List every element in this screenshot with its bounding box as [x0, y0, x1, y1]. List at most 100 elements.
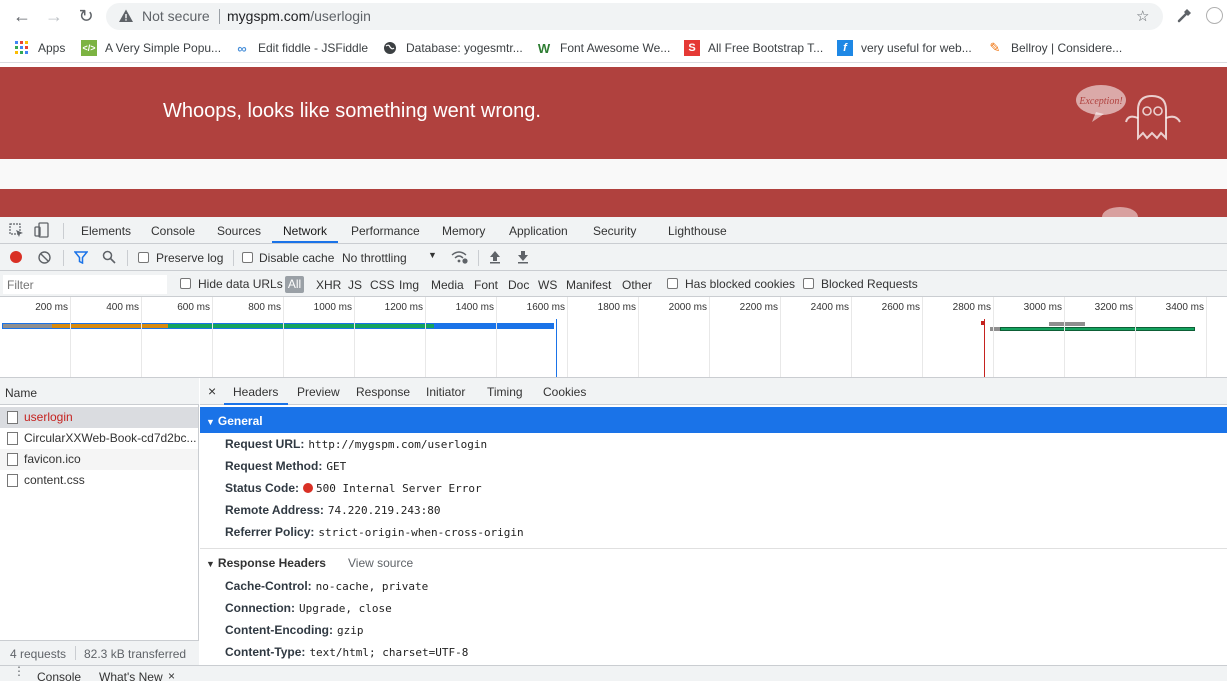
- back-arrow-icon[interactable]: ←: [12, 6, 32, 26]
- status-error-dot-icon: [303, 483, 314, 493]
- filter-css[interactable]: CSS: [370, 278, 395, 292]
- omnibox-separator: [219, 9, 220, 24]
- network-overview[interactable]: 200 ms 400 ms 600 ms 800 ms 1000 ms 1200 ms 14…: [0, 297, 1227, 378]
- header-value[interactable]: http://mygspm.com/userlogin: [308, 438, 487, 451]
- not-secure-label[interactable]: Not secure: [142, 8, 210, 24]
- reload-icon[interactable]: ↻: [76, 6, 96, 26]
- url-text[interactable]: mygspm.com/userlogin: [227, 8, 371, 24]
- filter-img[interactable]: Img: [399, 278, 419, 292]
- tab-lighthouse[interactable]: Lighthouse: [668, 224, 727, 238]
- timeline-gridline: [425, 297, 426, 377]
- has-blocked-cookies-checkbox[interactable]: [667, 278, 678, 289]
- bookmark-useful-web[interactable]: f very useful for web...: [837, 40, 972, 56]
- column-name-header[interactable]: Name: [0, 378, 199, 405]
- search-icon[interactable]: [102, 250, 116, 264]
- preserve-log-checkbox[interactable]: [138, 252, 149, 263]
- tab-application[interactable]: Application: [509, 224, 568, 238]
- load-event-marker: [984, 319, 985, 377]
- request-row-userlogin[interactable]: userlogin: [0, 407, 198, 428]
- blocked-requests-checkbox[interactable]: [803, 278, 814, 289]
- header-key: Request URL:: [225, 437, 305, 451]
- header-value[interactable]: strict-origin-when-cross-origin: [318, 526, 523, 539]
- filter-ws[interactable]: WS: [538, 278, 557, 292]
- request-row-content-css[interactable]: content.css: [0, 470, 198, 491]
- close-icon[interactable]: ×: [168, 669, 175, 681]
- record-icon[interactable]: [10, 251, 22, 263]
- bookmark-bellroy[interactable]: ✎ Bellroy | Considere...: [987, 40, 1123, 56]
- drawer-tab-console[interactable]: Console: [37, 670, 81, 681]
- profile-avatar-icon[interactable]: [1206, 7, 1223, 24]
- bookmark-jsfiddle[interactable]: ∞ Edit fiddle - JSFiddle: [234, 40, 368, 56]
- expand-triangle-icon: ▼: [206, 559, 215, 569]
- header-value[interactable]: 74.220.219.243:80: [328, 504, 441, 517]
- address-bar[interactable]: Not secure mygspm.com/userlogin: [106, 3, 1163, 30]
- filter-other[interactable]: Other: [622, 278, 652, 292]
- filter-manifest[interactable]: Manifest: [566, 278, 611, 292]
- network-conditions-icon[interactable]: [451, 250, 469, 264]
- bookmark-apps[interactable]: Apps: [14, 40, 65, 56]
- tab-console[interactable]: Console: [151, 224, 195, 238]
- header-value[interactable]: 500 Internal Server Error: [316, 482, 482, 495]
- bookmark-label: very useful for web...: [861, 41, 972, 55]
- throttling-select[interactable]: No throttling: [342, 251, 407, 265]
- request-name: userlogin: [24, 410, 73, 424]
- filter-funnel-icon[interactable]: [74, 251, 88, 264]
- tab-preview[interactable]: Preview: [297, 385, 340, 399]
- tab-performance[interactable]: Performance: [351, 224, 420, 238]
- eyedropper-extension-icon[interactable]: [1176, 6, 1194, 24]
- timeline-gridline: [496, 297, 497, 377]
- header-value[interactable]: Upgrade, close: [299, 602, 392, 615]
- tab-memory[interactable]: Memory: [442, 224, 485, 238]
- devtools-tabbar: Elements Console Sources Network Perform…: [0, 217, 1227, 244]
- tab-timing[interactable]: Timing: [487, 385, 523, 399]
- bookmark-simple-popup[interactable]: </> A Very Simple Popu...: [81, 40, 221, 56]
- forward-arrow-icon[interactable]: →: [44, 6, 64, 26]
- tab-network[interactable]: Network: [283, 224, 327, 238]
- bookmark-font-awesome[interactable]: W Font Awesome We...: [536, 40, 670, 56]
- toolbar-separator: [478, 250, 479, 266]
- request-row-favicon[interactable]: favicon.ico: [0, 449, 198, 470]
- header-value[interactable]: GET: [326, 460, 346, 473]
- request-row-font[interactable]: CircularXXWeb-Book-cd7d2bc...: [0, 428, 198, 449]
- header-value[interactable]: gzip: [337, 624, 364, 637]
- chevron-down-icon[interactable]: ▼: [428, 250, 437, 260]
- tab-cookies[interactable]: Cookies: [543, 385, 586, 399]
- inspect-element-icon[interactable]: [9, 223, 24, 238]
- tab-headers[interactable]: Headers: [233, 385, 278, 399]
- general-section-header[interactable]: ▼ General: [200, 407, 1227, 433]
- drawer-tab-whats-new[interactable]: What's New: [99, 670, 163, 681]
- filter-xhr[interactable]: XHR: [316, 278, 341, 292]
- device-toolbar-icon[interactable]: [34, 222, 50, 238]
- filter-input[interactable]: [3, 275, 167, 294]
- tab-security[interactable]: Security: [593, 224, 636, 238]
- filter-doc[interactable]: Doc: [508, 278, 529, 292]
- drawer-menu-icon[interactable]: ⋮: [13, 665, 25, 677]
- tab-response[interactable]: Response: [356, 385, 410, 399]
- header-value[interactable]: no-cache, private: [316, 580, 429, 593]
- filter-font[interactable]: Font: [474, 278, 498, 292]
- timeline-gridline: [638, 297, 639, 377]
- toolbar-separator: [233, 250, 234, 266]
- disable-cache-checkbox[interactable]: [242, 252, 253, 263]
- header-value[interactable]: text/html; charset=UTF-8: [309, 646, 468, 659]
- response-headers-section-header[interactable]: ▼ Response Headers: [206, 556, 326, 570]
- tab-initiator[interactable]: Initiator: [426, 385, 465, 399]
- bookmark-database[interactable]: Database: yogesmtr...: [382, 40, 523, 56]
- view-source-link[interactable]: View source: [348, 556, 413, 570]
- timing-bar-secondary: [1049, 322, 1085, 326]
- close-icon[interactable]: ×: [208, 383, 216, 399]
- header-key: Cache-Control:: [225, 579, 312, 593]
- clear-icon[interactable]: [38, 251, 51, 264]
- tab-sources[interactable]: Sources: [217, 224, 261, 238]
- hide-data-urls-checkbox[interactable]: [180, 278, 191, 289]
- import-har-icon[interactable]: [489, 250, 501, 264]
- filter-js[interactable]: JS: [348, 278, 362, 292]
- bookmark-star-icon[interactable]: ☆: [1136, 7, 1149, 25]
- bookmark-label: Apps: [38, 41, 66, 55]
- tab-elements[interactable]: Elements: [81, 224, 131, 238]
- bookmark-bootstrap[interactable]: S All Free Bootstrap T...: [684, 40, 823, 56]
- filter-bar: Hide data URLs All XHR JS CSS Img Media …: [0, 271, 1227, 297]
- export-har-icon[interactable]: [517, 250, 529, 264]
- filter-all-button[interactable]: All: [285, 276, 304, 293]
- filter-media[interactable]: Media: [431, 278, 464, 292]
